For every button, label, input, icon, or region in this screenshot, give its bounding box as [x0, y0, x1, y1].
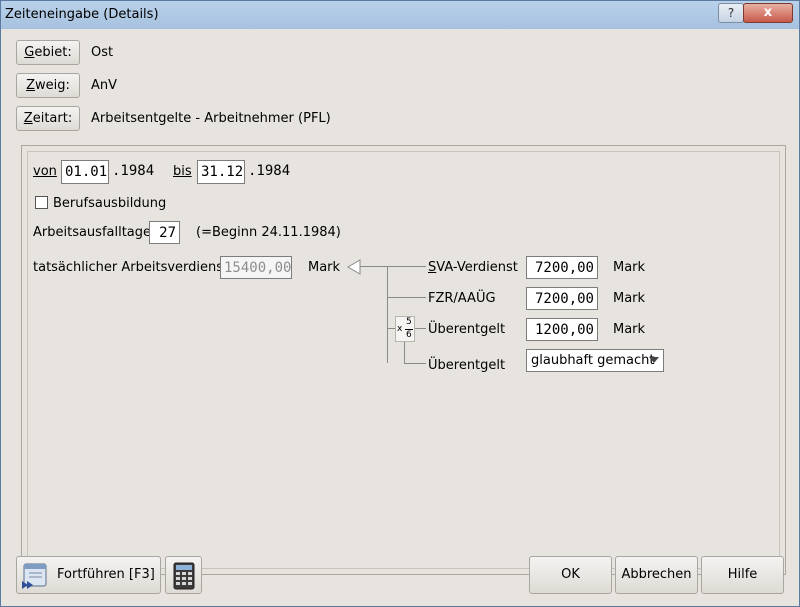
fzr-input[interactable]: 7200,00 [526, 287, 598, 310]
ueber-unit: Mark [613, 322, 646, 337]
connector-fzr [387, 297, 426, 298]
factor-numerator: 5 [406, 317, 412, 327]
calculator-button[interactable] [165, 556, 202, 594]
gebiet-button[interactable]: Gebiet: [16, 40, 80, 65]
window-title: Zeiteneingabe (Details) [5, 7, 159, 22]
dialog-content: Gebiet: Ost Zweig: AnV Zeitart: Arbeitse… [7, 30, 793, 601]
ueber2-label: Überentgelt [428, 358, 506, 373]
zeitart-value: Arbeitsentgelte - Arbeitnehmer (PFL) [91, 111, 331, 126]
zweig-value: AnV [91, 78, 118, 93]
connector-ueber2 [404, 363, 426, 364]
ok-button[interactable]: OK [529, 556, 612, 594]
dialog-window: Zeiteneingabe (Details) ? x Gebiet: Ost … [0, 0, 800, 607]
verdienst-input: 15400,00 [220, 256, 292, 279]
fortfuehren-button[interactable]: Fortführen [F3] [16, 556, 161, 594]
fzr-label: FZR/AAÜG [428, 291, 496, 306]
bis-input[interactable]: 31.12 [197, 160, 245, 184]
connector-vertical [387, 266, 388, 363]
close-button[interactable]: x [743, 3, 793, 23]
berufsausbildung-label: Berufsausbildung [53, 196, 167, 211]
ueber-input[interactable]: 1200,00 [526, 318, 598, 341]
connector-vertical-2 [404, 341, 405, 364]
ausfall-note: (=Beginn 24.11.1984) [196, 225, 341, 240]
title-bar: Zeiteneingabe (Details) ? x [1, 1, 799, 29]
von-year: .1984 [112, 163, 155, 179]
factor-box: x 5 6 [395, 316, 415, 342]
sva-unit: Mark [613, 260, 646, 275]
calendar-forward-icon [22, 563, 47, 589]
chevron-down-icon [649, 357, 659, 363]
sva-label: SVA-Verdienst [428, 260, 518, 275]
bis-label: bis [173, 164, 192, 179]
hilfe-button[interactable]: Hilfe [701, 556, 784, 594]
glaubhaft-select[interactable]: glaubhaft gemacht [526, 349, 664, 372]
sva-input[interactable]: 7200,00 [526, 256, 598, 279]
zeitart-button[interactable]: Zeitart: [16, 106, 80, 131]
glaubhaft-select-value: glaubhaft gemacht [531, 353, 655, 368]
fzr-unit: Mark [613, 291, 646, 306]
berufsausbildung-checkbox[interactable] [35, 196, 48, 209]
gebiet-button-label: ebiet: [34, 45, 72, 60]
ausfall-input[interactable]: 27 [149, 221, 180, 244]
zweig-button-label: weig: [35, 78, 70, 93]
ausfall-label: Arbeitsausfalltage [33, 225, 152, 240]
fortfuehren-label: Fortführen [F3] [57, 567, 155, 582]
verdienst-label: tatsächlicher Arbeitsverdienst [33, 260, 229, 275]
ueber-label: Überentgelt [428, 322, 506, 337]
von-label: von [33, 164, 57, 179]
von-input[interactable]: 01.01 [61, 160, 109, 184]
help-button[interactable]: ? [718, 3, 744, 23]
factor-denominator: 6 [406, 330, 412, 340]
verdienst-unit: Mark [308, 260, 341, 275]
zeitart-button-label: eitart: [32, 111, 73, 126]
factor-prefix: x [397, 324, 403, 334]
zweig-button[interactable]: Zweig: [16, 73, 80, 98]
connector-horizontal [360, 266, 426, 267]
calculator-icon [173, 562, 195, 590]
sva-label-text: VA-Verdienst [436, 260, 518, 275]
gebiet-value: Ost [91, 45, 114, 60]
abbrechen-button[interactable]: Abbrechen [615, 556, 698, 594]
arrow-left-icon [347, 259, 361, 275]
bis-year: .1984 [248, 163, 291, 179]
